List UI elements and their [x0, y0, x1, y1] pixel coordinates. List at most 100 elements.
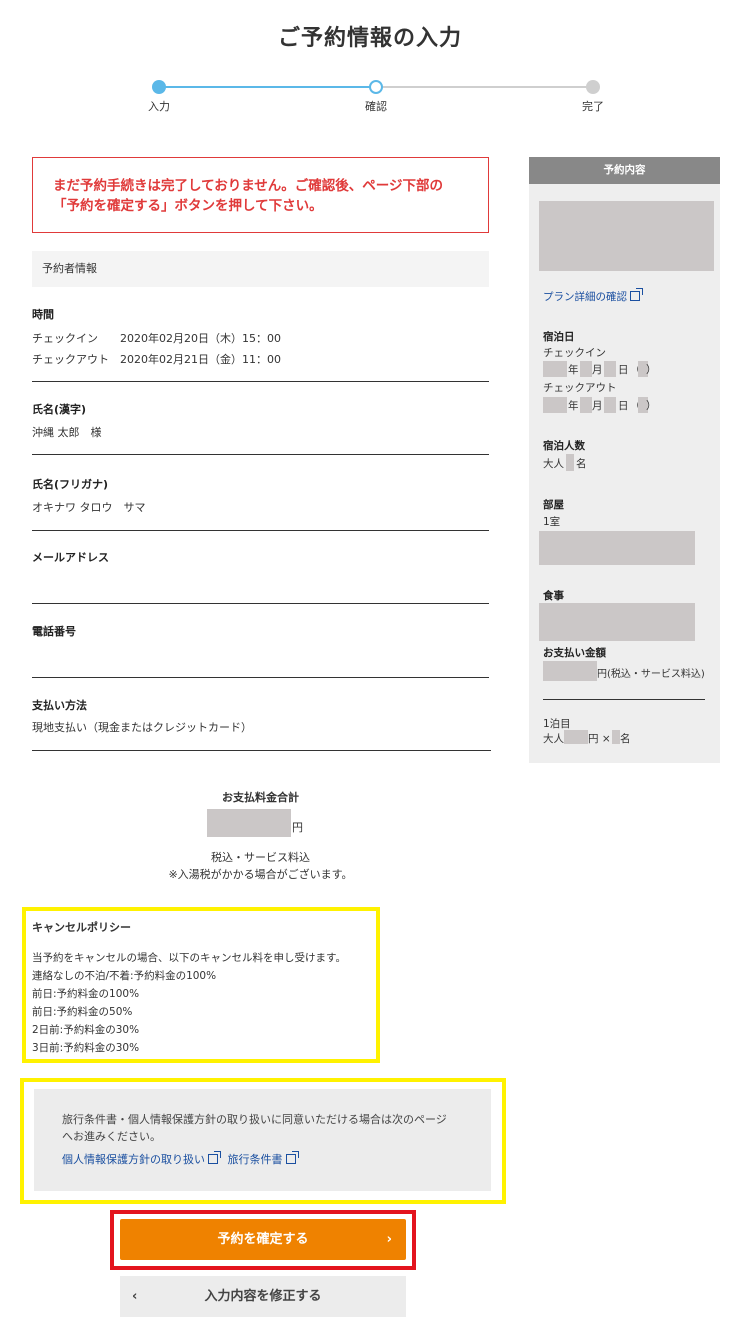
month-unit: 月 — [592, 364, 603, 376]
booker-section-header: 予約者情報 — [32, 251, 489, 287]
persons-unit: 名 — [620, 733, 631, 745]
confirm-reservation-button[interactable]: 予約を確定する › — [120, 1219, 406, 1260]
step-label-input: 入力 — [148, 100, 170, 113]
email-label: メールアドレス — [32, 551, 109, 564]
step-label-confirm: 確認 — [365, 100, 387, 113]
night-label: 1泊目 — [543, 718, 571, 730]
stay-date-label: 宿泊日 — [543, 331, 575, 343]
divider — [32, 454, 489, 455]
payment-amount-redacted — [543, 661, 597, 681]
name-kana-value: オキナワ タロウ サマ — [32, 501, 146, 514]
redacted-year — [543, 361, 567, 377]
warning-line-2: 「予約を確定する」ボタンを押して下さい。 — [53, 198, 323, 214]
payment-amount-label: お支払い金額 — [543, 647, 606, 659]
sidebar-divider — [543, 699, 705, 700]
paren-close: ） — [646, 400, 657, 412]
redacted-adult-count — [612, 730, 620, 744]
step-line-done — [159, 86, 376, 88]
redacted-day — [604, 397, 616, 413]
divider — [32, 603, 489, 604]
meal-redacted — [539, 603, 695, 641]
room-count: 1室 — [543, 516, 561, 528]
name-kanji-label: 氏名(漢字) — [32, 403, 87, 416]
checkin-label: チェックイン — [32, 332, 98, 345]
payment-method-value: 現地支払い（現金またはクレジットカード） — [32, 721, 252, 734]
step-dot-confirm — [369, 80, 383, 94]
warning-line-1: まだ予約手続きは完了しておりません。ご確認後、ページ下部の — [53, 178, 444, 194]
cancel-policy-line: 2日前:予約料金の30% — [32, 1024, 140, 1036]
night-adult-label: 大人 — [543, 733, 564, 745]
checkin-value: 2020年02月20日（木）15：00 — [120, 332, 281, 345]
cancel-policy-title: キャンセルポリシー — [32, 921, 131, 934]
chevron-right-icon: › — [386, 1232, 392, 1247]
agreement-text-1: 旅行条件書・個人情報保護方針の取り扱いに同意いただける場合は次のページ — [62, 1113, 447, 1126]
year-unit: 年 — [568, 364, 579, 376]
external-link-icon — [630, 288, 643, 301]
total-label: お支払料金合計 — [222, 791, 299, 804]
sidebar-checkout-label: チェックアウト — [543, 382, 617, 394]
divider — [32, 677, 489, 678]
payment-method-label: 支払い方法 — [32, 699, 87, 712]
adult-label: 大人 — [543, 458, 564, 470]
redacted-month — [580, 397, 592, 413]
total-currency: 円 — [292, 821, 303, 834]
name-kana-label: 氏名(フリガナ) — [32, 478, 109, 491]
plan-image-placeholder — [539, 201, 714, 271]
bath-tax-note: ※入湯税がかかる場合がございます。 — [168, 868, 353, 881]
cancel-policy-box: キャンセルポリシー 当予約をキャンセルの場合、以下のキャンセル料を申し受けます。… — [22, 907, 380, 1063]
agreement-links: 個人情報保護方針の取り扱い 旅行条件書 — [62, 1151, 463, 1167]
redacted-guest-count — [566, 454, 574, 471]
redacted-day — [604, 361, 616, 377]
external-link-icon — [208, 1151, 221, 1164]
agreement-box: 旅行条件書・個人情報保護方針の取り扱いに同意いただける場合は次のページ へお進み… — [34, 1089, 491, 1191]
redacted-year — [543, 397, 567, 413]
persons-unit: 名 — [576, 458, 587, 470]
day-unit: 日 — [618, 364, 629, 376]
guests-label: 宿泊人数 — [543, 440, 585, 452]
payment-suffix: 円(税込・サービス料込) — [597, 669, 705, 680]
confirm-button-label: 予約を確定する — [217, 1232, 309, 1247]
divider — [32, 530, 489, 531]
chevron-left-icon: ‹ — [132, 1289, 138, 1304]
plan-detail-link[interactable]: プラン詳細の確認 — [543, 288, 646, 304]
page-title: ご予約情報の入力 — [277, 26, 462, 51]
agreement-text-2: へお進みください。 — [62, 1130, 161, 1143]
step-dot-complete — [586, 80, 600, 94]
cancel-policy-line: 連絡なしの不泊/不着:予約料金の100% — [32, 970, 217, 982]
warning-notice: まだ予約手続きは完了しておりません。ご確認後、ページ下部の 「予約を確定する」ボ… — [32, 157, 489, 233]
step-line-todo — [376, 86, 593, 88]
phone-label: 電話番号 — [32, 625, 76, 638]
meal-label: 食事 — [543, 590, 564, 602]
year-unit: 年 — [568, 400, 579, 412]
redacted-month — [580, 361, 592, 377]
tax-note: 税込・サービス料込 — [211, 851, 310, 864]
sidebar-header: 予約内容 — [529, 157, 720, 184]
divider — [32, 750, 491, 751]
sidebar-checkin-label: チェックイン — [543, 347, 606, 359]
total-amount-redacted — [207, 809, 291, 837]
month-unit: 月 — [592, 400, 603, 412]
checkout-value: 2020年02月21日（金）11：00 — [120, 353, 281, 366]
step-dot-input — [152, 80, 166, 94]
plan-detail-link-label: プラン詳細の確認 — [543, 291, 627, 303]
name-kanji-value: 沖縄 太郎 様 — [32, 426, 102, 439]
external-link-icon — [285, 1151, 299, 1164]
day-unit: 日 — [618, 400, 629, 412]
room-name-redacted — [539, 531, 695, 565]
time-label: 時間 — [32, 308, 54, 321]
terms-link[interactable]: 旅行条件書 — [228, 1153, 283, 1166]
cancel-policy-line: 前日:予約料金の50% — [32, 1006, 133, 1018]
room-label: 部屋 — [543, 499, 564, 511]
checkout-label: チェックアウト — [32, 353, 109, 366]
cancel-policy-line: 当予約をキャンセルの場合、以下のキャンセル料を申し受けます。 — [32, 952, 346, 964]
divider — [32, 381, 489, 382]
back-button-label: 入力内容を修正する — [204, 1289, 322, 1304]
privacy-policy-link[interactable]: 個人情報保護方針の取り扱い — [62, 1153, 205, 1166]
per-adult-yen: 円 × — [588, 733, 611, 745]
step-label-complete: 完了 — [582, 100, 604, 113]
paren-close: ） — [646, 364, 657, 376]
cancel-policy-line: 3日前:予約料金の30% — [32, 1042, 140, 1054]
redacted-per-adult-price — [564, 730, 588, 744]
edit-input-button[interactable]: ‹ 入力内容を修正する — [120, 1276, 406, 1317]
cancel-policy-line: 前日:予約料金の100% — [32, 988, 140, 1000]
